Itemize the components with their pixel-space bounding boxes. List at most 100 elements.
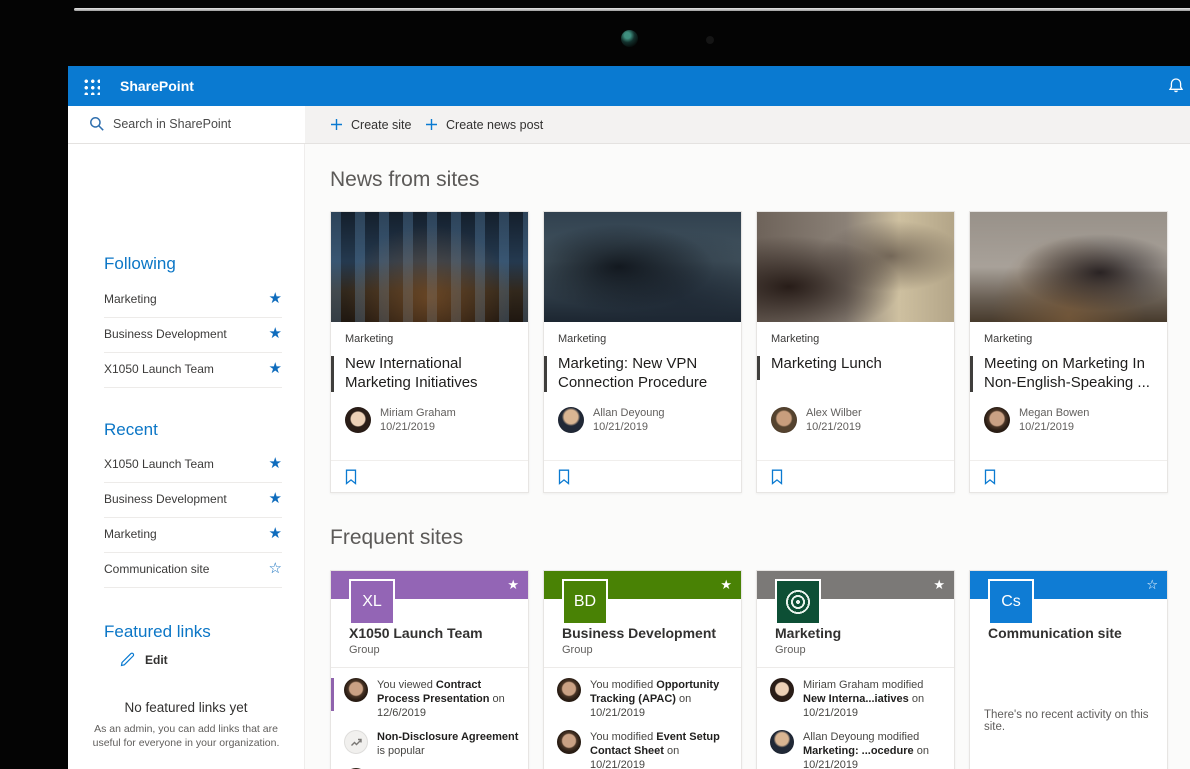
activity-item[interactable]: You modified Event Setup Contact Sheet o… bbox=[544, 725, 741, 769]
sidebar-item-label: Communication site bbox=[104, 562, 210, 576]
activity-item[interactable]: You viewed Pricing Guidelines bbox=[331, 763, 528, 769]
no-activity-message: There's no recent activity on this site. bbox=[984, 709, 1149, 733]
activity-text: Miriam Graham modified bbox=[803, 679, 924, 691]
featured-links-heading: Featured links bbox=[104, 622, 211, 641]
site-name: X1050 Launch Team bbox=[349, 625, 483, 641]
bookmark-icon[interactable] bbox=[983, 469, 997, 485]
news-site-label: Marketing bbox=[771, 333, 820, 345]
device-bezel-edge bbox=[74, 8, 1190, 11]
author-avatar bbox=[984, 407, 1010, 433]
site-logo-tile bbox=[775, 579, 821, 625]
news-card[interactable]: Marketing Meeting on Marketing In Non-En… bbox=[969, 211, 1168, 493]
news-card[interactable]: Marketing Marketing: New VPN Connection … bbox=[543, 211, 742, 493]
author-name: Allan Deyoung bbox=[593, 407, 665, 419]
follow-star-icon[interactable]: ★ bbox=[720, 574, 732, 596]
command-bar: Search in SharePoint Create site Create … bbox=[68, 106, 1190, 144]
sidebar-item-marketing[interactable]: Marketing ★ bbox=[104, 282, 282, 318]
activity-doc-name: Marketing: ...ocedure bbox=[803, 745, 914, 757]
follow-star-icon[interactable]: ★ bbox=[269, 352, 282, 386]
activity-text: You viewed bbox=[377, 679, 436, 691]
bullseye-logo bbox=[785, 589, 811, 615]
site-card-x1050-launch-team[interactable]: ★ XL X1050 Launch Team Group You viewed … bbox=[330, 570, 529, 769]
author-name: Alex Wilber bbox=[806, 407, 862, 419]
site-type-label: Group bbox=[349, 644, 380, 656]
follow-star-icon[interactable]: ★ bbox=[269, 317, 282, 351]
create-news-post-button[interactable]: Create news post bbox=[425, 106, 543, 143]
follow-star-icon[interactable]: ★ bbox=[269, 282, 282, 316]
news-from-sites-heading: News from sites bbox=[330, 168, 480, 191]
news-site-label: Marketing bbox=[345, 333, 394, 345]
activity-avatar bbox=[344, 678, 368, 702]
activity-doc-name: Non-Disclosure Agreement bbox=[377, 731, 519, 743]
activity-item[interactable]: Miriam Graham modified New Interna...iat… bbox=[757, 673, 954, 725]
sidebar-item-marketing[interactable]: Marketing ★ bbox=[104, 517, 282, 553]
site-card-business-development[interactable]: ★ BD Business Development Group You modi… bbox=[543, 570, 742, 769]
sidebar-item-communication-site[interactable]: Communication site ☆ bbox=[104, 552, 282, 588]
news-card-image bbox=[970, 212, 1167, 322]
follow-star-icon[interactable]: ☆ bbox=[1146, 574, 1158, 596]
news-card-image bbox=[757, 212, 954, 322]
app-launcher-waffle-icon[interactable] bbox=[83, 78, 100, 95]
site-card-marketing[interactable]: ★ Marketing Group Miriam Graham modified… bbox=[756, 570, 955, 769]
plus-icon bbox=[425, 118, 438, 131]
create-site-button[interactable]: Create site bbox=[330, 106, 411, 143]
pencil-icon bbox=[120, 652, 135, 667]
site-card-communication-site[interactable]: ☆ Cs Communication site There's no recen… bbox=[969, 570, 1168, 769]
sidebar-item-label: Business Development bbox=[104, 327, 227, 341]
activity-text: You modified bbox=[590, 731, 657, 743]
bookmark-icon[interactable] bbox=[557, 469, 571, 485]
news-card[interactable]: Marketing New International Marketing In… bbox=[330, 211, 529, 493]
news-card-image bbox=[544, 212, 741, 322]
activity-item[interactable]: Non-Disclosure Agreement is popular bbox=[331, 725, 528, 763]
title-accent-bar bbox=[544, 356, 547, 392]
site-logo-tile: XL bbox=[349, 579, 395, 625]
site-activity-list: You modified Opportunity Tracking (APAC)… bbox=[544, 667, 741, 769]
site-type-label: Group bbox=[775, 644, 806, 656]
activity-avatar bbox=[557, 678, 581, 702]
follow-star-icon[interactable]: ★ bbox=[269, 517, 282, 551]
notifications-bell-icon[interactable] bbox=[1167, 77, 1185, 95]
sidebar-item-business-development[interactable]: Business Development ★ bbox=[104, 317, 282, 353]
activity-avatar bbox=[557, 730, 581, 754]
activity-text: is popular bbox=[377, 745, 425, 757]
activity-item[interactable]: You modified Opportunity Tracking (APAC)… bbox=[544, 673, 741, 725]
follow-star-icon[interactable]: ☆ bbox=[269, 552, 282, 586]
follow-star-icon[interactable]: ★ bbox=[269, 447, 282, 481]
edit-featured-links-button[interactable]: Edit bbox=[120, 652, 168, 667]
sidebar-item-x1050-launch-team[interactable]: X1050 Launch Team ★ bbox=[104, 352, 282, 388]
post-date: 10/21/2019 bbox=[380, 421, 436, 433]
sidebar-item-business-development[interactable]: Business Development ★ bbox=[104, 482, 282, 518]
activity-item[interactable]: You viewed Contract Process Presentation… bbox=[331, 673, 528, 725]
news-card[interactable]: Marketing Marketing Lunch Alex Wilber 10… bbox=[756, 211, 955, 493]
news-title: Marketing Lunch bbox=[771, 355, 882, 372]
follow-star-icon[interactable]: ★ bbox=[507, 574, 519, 596]
search-placeholder: Search in SharePoint bbox=[113, 117, 232, 131]
sidebar: Following Marketing ★ Business Developme… bbox=[68, 144, 305, 769]
webcam bbox=[621, 30, 638, 47]
news-site-label: Marketing bbox=[984, 333, 1033, 345]
follow-star-icon[interactable]: ★ bbox=[933, 574, 945, 596]
bookmark-icon[interactable] bbox=[770, 469, 784, 485]
search-input[interactable]: Search in SharePoint bbox=[68, 106, 305, 143]
news-title: New International Marketing Initiatives bbox=[345, 355, 478, 391]
title-accent-bar bbox=[970, 356, 973, 392]
sidebar-item-label: Marketing bbox=[104, 527, 157, 541]
news-title: Meeting on Marketing In Non-English-Spea… bbox=[984, 355, 1150, 391]
sidebar-item-label: Marketing bbox=[104, 292, 157, 306]
author-name: Miriam Graham bbox=[380, 407, 456, 419]
recent-heading: Recent bbox=[104, 420, 158, 439]
frequent-sites-heading: Frequent sites bbox=[330, 526, 464, 549]
activity-item[interactable]: Allan Deyoung modified Marketing: ...oce… bbox=[757, 725, 954, 769]
follow-star-icon[interactable]: ★ bbox=[269, 482, 282, 516]
site-logo-tile: BD bbox=[562, 579, 608, 625]
suite-bar: SharePoint bbox=[68, 66, 1190, 106]
featured-links-empty-title: No featured links yet bbox=[124, 700, 248, 715]
site-logo-tile: Cs bbox=[988, 579, 1034, 625]
site-name: Marketing bbox=[775, 625, 842, 641]
bookmark-icon[interactable] bbox=[344, 469, 358, 485]
author-avatar bbox=[771, 407, 797, 433]
sidebar-item-x1050-launch-team[interactable]: X1050 Launch Team ★ bbox=[104, 447, 282, 483]
news-title: Marketing: New VPN Connection Procedure bbox=[558, 355, 708, 391]
site-type-label: Group bbox=[562, 644, 593, 656]
title-accent-bar bbox=[757, 356, 760, 380]
